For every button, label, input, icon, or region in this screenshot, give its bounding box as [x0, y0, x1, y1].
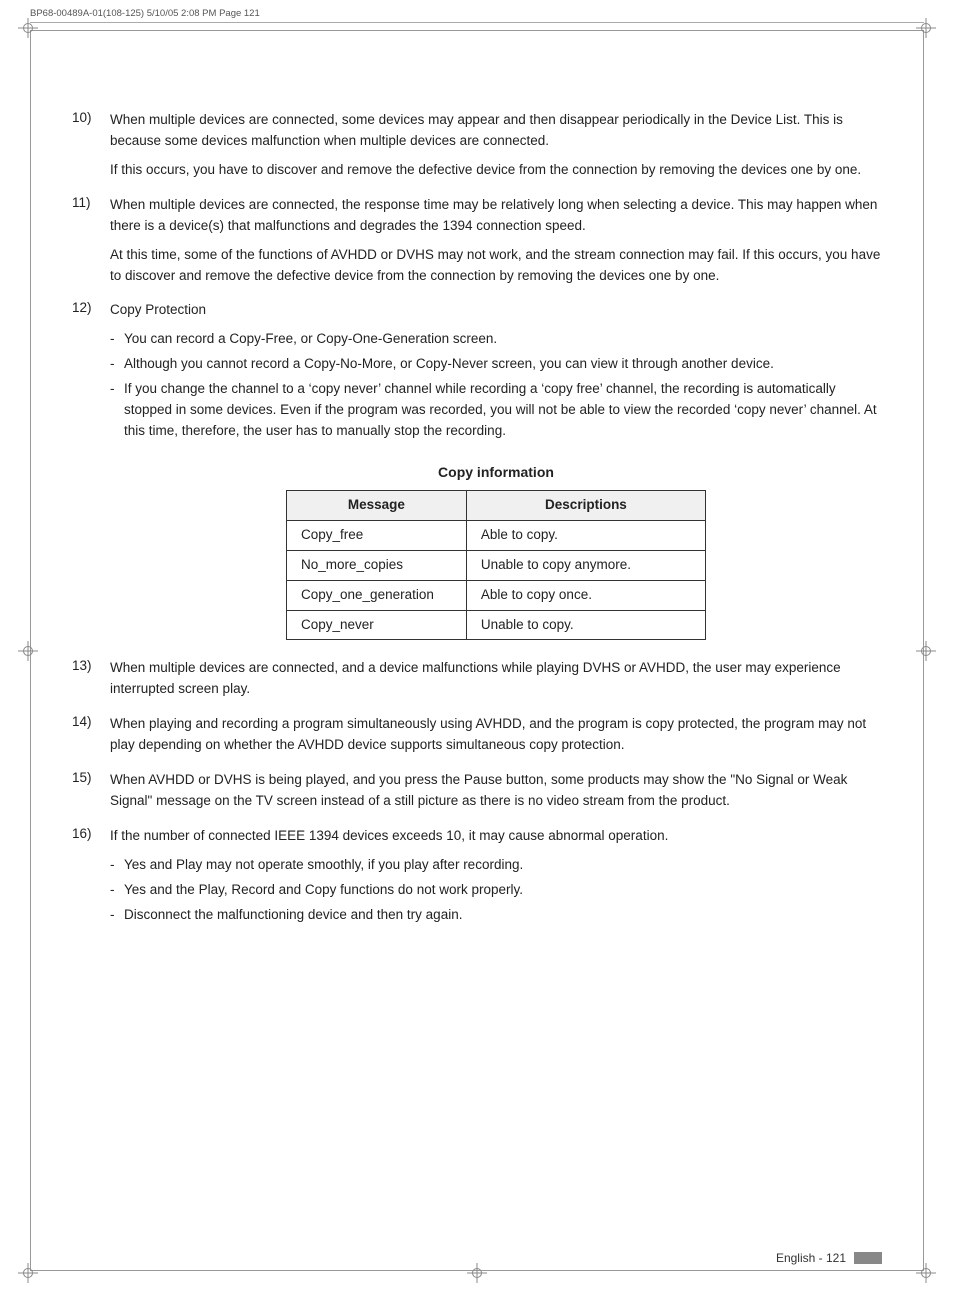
item-12: 12) Copy Protection You can record a Cop…: [72, 300, 882, 446]
item-16-bullets: Yes and Play may not operate smoothly, i…: [110, 855, 882, 926]
crosshair-top-left: [18, 18, 38, 38]
copy-info-title: Copy information: [110, 464, 882, 480]
item-16-bullet-1: Yes and Play may not operate smoothly, i…: [110, 855, 882, 876]
item-11-para1: When multiple devices are connected, the…: [110, 195, 882, 237]
header-file-info: BP68-00489A-01(108-125) 5/10/05 2:08 PM …: [30, 8, 260, 19]
item-14: 14) When playing and recording a program…: [72, 714, 882, 756]
table-cell-copy-free-msg: Copy_free: [287, 520, 467, 550]
item-12-content: Copy Protection You can record a Copy-Fr…: [110, 300, 882, 446]
item-11-number: 11): [72, 195, 110, 210]
table-cell-one-gen-msg: Copy_one_generation: [287, 580, 467, 610]
table-header-descriptions: Descriptions: [466, 490, 705, 520]
crosshair-bottom-right: [916, 1263, 936, 1283]
item-15-text: When AVHDD or DVHS is being played, and …: [110, 770, 882, 812]
table-row: Copy_free Able to copy.: [287, 520, 706, 550]
crosshair-side-left: [18, 641, 38, 661]
item-10-number: 10): [72, 110, 110, 125]
item-16-label: If the number of connected IEEE 1394 dev…: [110, 826, 882, 847]
item-14-text: When playing and recording a program sim…: [110, 714, 882, 756]
table-header-message: Message: [287, 490, 467, 520]
item-15: 15) When AVHDD or DVHS is being played, …: [72, 770, 882, 812]
item-16-content: If the number of connected IEEE 1394 dev…: [110, 826, 882, 930]
table-row: Copy_one_generation Able to copy once.: [287, 580, 706, 610]
item-12-number: 12): [72, 300, 110, 315]
copy-info-table: Message Descriptions Copy_free Able to c…: [286, 490, 706, 640]
item-12-bullet-2: Although you cannot record a Copy-No-Mor…: [110, 354, 882, 375]
item-10-para2: If this occurs, you have to discover and…: [110, 160, 882, 181]
crosshair-center-bottom: [467, 1263, 487, 1283]
item-11-para2: At this time, some of the functions of A…: [110, 245, 882, 287]
item-12-label: Copy Protection: [110, 300, 882, 321]
item-11: 11) When multiple devices are connected,…: [72, 195, 882, 287]
item-12-bullet-1: You can record a Copy-Free, or Copy-One-…: [110, 329, 882, 350]
item-15-content: When AVHDD or DVHS is being played, and …: [110, 770, 882, 812]
table-header-row: Message Descriptions: [287, 490, 706, 520]
crosshair-side-right: [916, 641, 936, 661]
table-cell-never-desc: Unable to copy.: [466, 610, 705, 640]
crosshair-top-right: [916, 18, 936, 38]
page-footer: English - 121: [776, 1251, 882, 1265]
item-16-bullet-3: Disconnect the malfunctioning device and…: [110, 905, 882, 926]
item-14-content: When playing and recording a program sim…: [110, 714, 882, 756]
table-cell-never-msg: Copy_never: [287, 610, 467, 640]
crosshair-bottom-left: [18, 1263, 38, 1283]
page-header: BP68-00489A-01(108-125) 5/10/05 2:08 PM …: [30, 8, 924, 23]
footer-text: English - 121: [776, 1251, 846, 1265]
page-container: BP68-00489A-01(108-125) 5/10/05 2:08 PM …: [0, 0, 954, 1301]
table-cell-copy-free-desc: Able to copy.: [466, 520, 705, 550]
item-10: 10) When multiple devices are connected,…: [72, 110, 882, 181]
item-13: 13) When multiple devices are connected,…: [72, 658, 882, 700]
item-14-number: 14): [72, 714, 110, 729]
item-11-content: When multiple devices are connected, the…: [110, 195, 882, 287]
table-cell-one-gen-desc: Able to copy once.: [466, 580, 705, 610]
item-13-text: When multiple devices are connected, and…: [110, 658, 882, 700]
border-top: [30, 30, 924, 31]
footer-bar: [854, 1252, 882, 1264]
item-13-content: When multiple devices are connected, and…: [110, 658, 882, 700]
table-row: Copy_never Unable to copy.: [287, 610, 706, 640]
item-16-number: 16): [72, 826, 110, 841]
item-12-bullets: You can record a Copy-Free, or Copy-One-…: [110, 329, 882, 442]
copy-info-section: Copy information Message Descriptions Co…: [110, 464, 882, 640]
table-row: No_more_copies Unable to copy anymore.: [287, 550, 706, 580]
item-15-number: 15): [72, 770, 110, 785]
item-12-bullet-3: If you change the channel to a ‘copy nev…: [110, 379, 882, 442]
item-16: 16) If the number of connected IEEE 1394…: [72, 826, 882, 930]
item-10-para1: When multiple devices are connected, som…: [110, 110, 882, 152]
table-cell-no-more-desc: Unable to copy anymore.: [466, 550, 705, 580]
page-content: 10) When multiple devices are connected,…: [72, 110, 882, 1241]
item-13-number: 13): [72, 658, 110, 673]
item-10-content: When multiple devices are connected, som…: [110, 110, 882, 181]
table-cell-no-more-msg: No_more_copies: [287, 550, 467, 580]
item-16-bullet-2: Yes and the Play, Record and Copy functi…: [110, 880, 882, 901]
